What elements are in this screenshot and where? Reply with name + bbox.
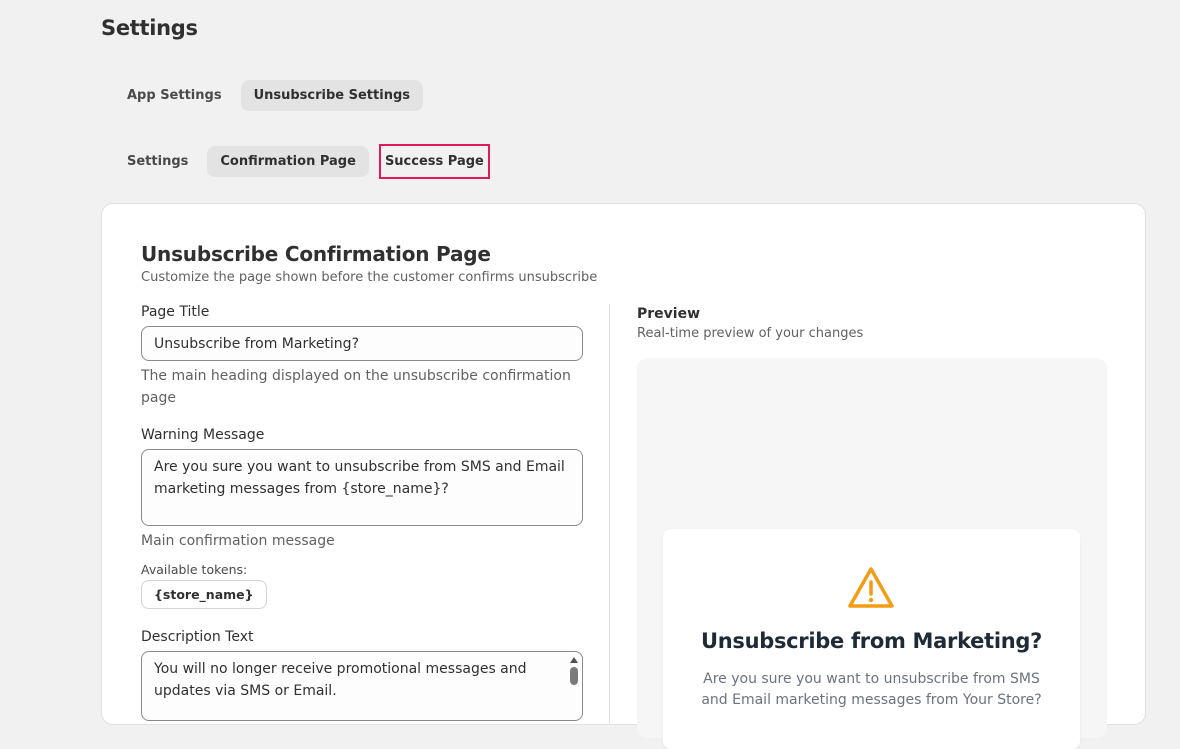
tab-unsubscribe-settings[interactable]: Unsubscribe Settings	[240, 80, 423, 111]
tab-confirmation-page[interactable]: Confirmation Page	[207, 146, 369, 177]
scroll-thumb[interactable]	[570, 667, 578, 685]
column-divider	[609, 304, 610, 724]
page-title: Settings	[101, 16, 198, 40]
preview-message: Are you sure you want to unsubscribe fro…	[701, 671, 1042, 708]
preview-title: Unsubscribe from Marketing?	[700, 629, 1043, 653]
card-title: Unsubscribe Confirmation Page	[141, 242, 491, 266]
preview-column: Preview Real-time preview of your change…	[637, 306, 1107, 749]
page-title-input[interactable]: Unsubscribe from Marketing?	[141, 326, 583, 361]
preview-subheading: Real-time preview of your changes	[637, 326, 864, 341]
warning-message-textarea[interactable]: Are you sure you want to unsubscribe fro…	[141, 449, 583, 526]
preview-heading: Preview	[637, 306, 701, 322]
warning-message-field: Warning Message Are you sure you want to…	[141, 427, 583, 609]
preview-frame: Unsubscribe from Marketing? Are you sure…	[637, 358, 1107, 749]
page-title-label: Page Title	[141, 304, 210, 320]
tab-app-settings[interactable]: App Settings	[114, 80, 235, 111]
preview-card: Unsubscribe from Marketing? Are you sure…	[663, 529, 1080, 749]
description-text-value: You will no longer receive promotional m…	[154, 661, 527, 699]
tab-success-page[interactable]: Success Page	[378, 144, 490, 179]
page-title-help: The main heading displayed on the unsubs…	[141, 368, 571, 406]
primary-tabs: App Settings Unsubscribe Settings	[114, 80, 423, 111]
description-text-label: Description Text	[141, 629, 254, 645]
description-text-field: Description Text You will no longer rece…	[141, 629, 583, 721]
tab-settings[interactable]: Settings	[114, 146, 201, 177]
token-store-name[interactable]: {store_name}	[141, 580, 267, 609]
description-text-textarea[interactable]: You will no longer receive promotional m…	[141, 651, 583, 721]
warning-message-label: Warning Message	[141, 427, 265, 443]
scroll-up-icon[interactable]	[570, 657, 578, 663]
form-column: Page Title Unsubscribe from Marketing? T…	[141, 304, 583, 721]
settings-card: Unsubscribe Confirmation Page Customize …	[101, 203, 1146, 749]
page-title-field: Page Title Unsubscribe from Marketing? T…	[141, 304, 583, 409]
textarea-scrollbar[interactable]	[568, 654, 580, 714]
tokens-label: Available tokens:	[141, 562, 248, 577]
secondary-tabs: Settings Confirmation Page Success Page	[114, 144, 490, 179]
warning-triangle-icon	[848, 567, 894, 608]
card-subtitle: Customize the page shown before the cust…	[141, 270, 598, 285]
warning-message-help: Main confirmation message	[141, 533, 335, 549]
